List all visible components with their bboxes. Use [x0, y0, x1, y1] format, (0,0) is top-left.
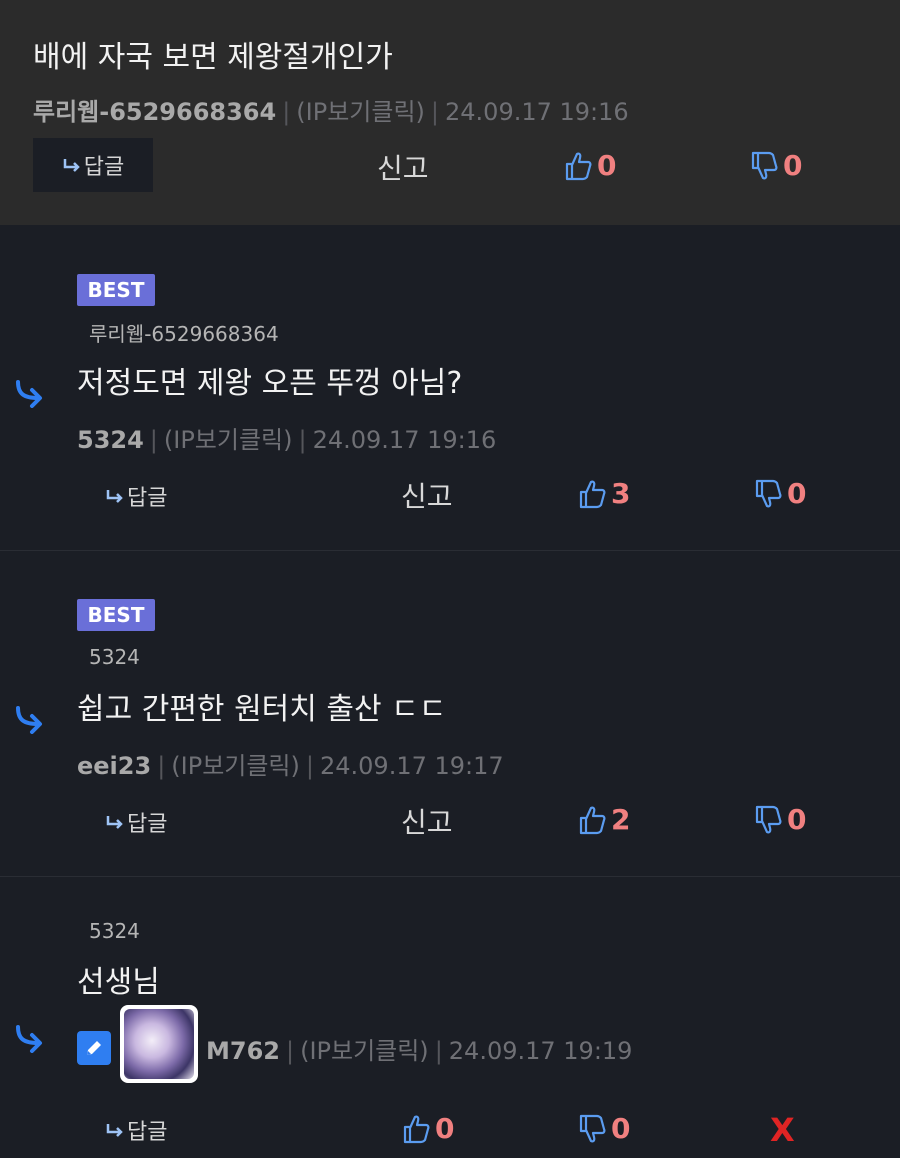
dislike-count: 0	[787, 477, 807, 510]
separator: |	[285, 1037, 295, 1065]
reply-arrow-icon	[63, 159, 80, 172]
separator: |	[149, 426, 158, 454]
like-count: 2	[611, 803, 631, 836]
reply-button[interactable]: 답글	[105, 480, 167, 512]
thumbs-up-icon	[579, 480, 606, 508]
ip-link[interactable]: (IP보기클릭)	[300, 1037, 429, 1065]
dislike-count: 0	[787, 803, 807, 836]
like-button[interactable]: 2	[579, 803, 630, 836]
separator: |	[434, 1037, 443, 1065]
like-count: 0	[435, 1112, 455, 1145]
reply-comment: BEST 5324 쉽고 간편한 원터치 출산 ㄷㄷ eei23 | (IP보기클릭…	[0, 551, 900, 877]
original-comment: 배에 자국 보면 제왕절개인가 루리웹-6529668364 | (IP보기클릭) |…	[0, 0, 900, 225]
comment-text: 쉽고 간편한 원터치 출산 ㄷㄷ	[77, 692, 447, 727]
separator: |	[430, 98, 439, 126]
thumbs-up-icon	[565, 152, 592, 180]
reply-indent-arrow-icon	[16, 380, 42, 408]
author-name[interactable]: M762	[206, 1037, 280, 1065]
report-button[interactable]: 신고	[401, 801, 453, 841]
comment-text: 선생님	[77, 965, 160, 1000]
reply-indent-arrow-icon	[16, 706, 42, 734]
dislike-count: 0	[611, 1112, 631, 1145]
report-button[interactable]: 신고	[401, 475, 453, 515]
best-badge: BEST	[77, 599, 155, 631]
reply-indent-arrow-icon	[16, 1025, 42, 1053]
timestamp: 24.09.17 19:16	[312, 426, 497, 454]
separator: |	[305, 752, 314, 780]
reply-label: 답글	[127, 812, 168, 837]
reply-label: 답글	[83, 155, 125, 180]
dislike-count: 0	[783, 149, 803, 182]
best-badge: BEST	[77, 274, 155, 306]
ip-link[interactable]: (IP보기클릭)	[164, 426, 293, 454]
avatar[interactable]	[120, 1005, 198, 1083]
timestamp: 24.09.17 19:19	[448, 1037, 633, 1065]
comment-text: 배에 자국 보면 제왕절개인가	[33, 40, 393, 75]
like-count: 0	[597, 149, 617, 182]
separator: |	[157, 752, 166, 780]
reply-comment: 5324 선생님 M762 | (IP보기클릭) | 24.09.17 19:19 답글…	[0, 877, 900, 1158]
thumbs-up-icon	[403, 1115, 430, 1143]
like-button[interactable]: 0	[565, 149, 616, 182]
timestamp: 24.09.17 19:17	[319, 752, 504, 780]
like-button[interactable]: 0	[403, 1112, 454, 1145]
timestamp: 24.09.17 19:16	[445, 98, 629, 126]
comment-meta: eei23 | (IP보기클릭) | 24.09.17 19:17	[77, 746, 504, 781]
edit-pencil-icon[interactable]	[77, 1031, 111, 1065]
parent-author: 5324	[89, 645, 140, 669]
ip-link[interactable]: (IP보기클릭)	[296, 98, 425, 126]
dislike-button[interactable]: 0	[755, 477, 806, 510]
thumbs-down-icon	[751, 151, 778, 179]
reply-button[interactable]: 답글	[33, 138, 153, 192]
reply-button[interactable]: 답글	[105, 1114, 167, 1146]
reply-comment: BEST 루리웹-6529668364 저정도면 제왕 오픈 뚜껑 아님? 53…	[0, 225, 900, 551]
dislike-button[interactable]: 0	[579, 1112, 630, 1145]
comment-meta: 루리웹-6529668364 | (IP보기클릭) | 24.09.17 19:16	[33, 92, 629, 127]
report-button[interactable]: 신고	[377, 147, 429, 187]
thumbs-down-icon	[579, 1114, 606, 1142]
thumbs-down-icon	[755, 805, 782, 833]
reply-button[interactable]: 답글	[105, 806, 167, 838]
parent-author: 5324	[89, 919, 140, 943]
like-button[interactable]: 3	[579, 477, 630, 510]
comment-text: 저정도면 제왕 오픈 뚜껑 아님?	[77, 366, 463, 401]
comment-meta: M762 | (IP보기클릭) | 24.09.17 19:19	[206, 1031, 632, 1066]
parent-author: 루리웹-6529668364	[89, 322, 279, 346]
separator: |	[298, 426, 307, 454]
author-name[interactable]: eei23	[77, 752, 151, 780]
dislike-button[interactable]: 0	[755, 803, 806, 836]
like-count: 3	[611, 477, 631, 510]
reply-arrow-icon	[106, 1124, 123, 1137]
thumbs-up-icon	[579, 806, 606, 834]
avatar-image	[124, 1009, 194, 1079]
separator: |	[282, 98, 291, 126]
thumbs-down-icon	[755, 479, 782, 507]
comment-meta: 5324 | (IP보기클릭) | 24.09.17 19:16	[77, 420, 496, 455]
author-name[interactable]: 5324	[77, 426, 144, 454]
reply-arrow-icon	[106, 490, 123, 503]
reply-arrow-icon	[106, 816, 123, 829]
delete-button[interactable]: X	[770, 1111, 795, 1149]
author-name[interactable]: 루리웹-6529668364	[33, 98, 276, 126]
ip-link[interactable]: (IP보기클릭)	[171, 752, 300, 780]
dislike-button[interactable]: 0	[751, 149, 802, 182]
reply-label: 답글	[127, 486, 168, 511]
reply-label: 답글	[127, 1120, 168, 1145]
